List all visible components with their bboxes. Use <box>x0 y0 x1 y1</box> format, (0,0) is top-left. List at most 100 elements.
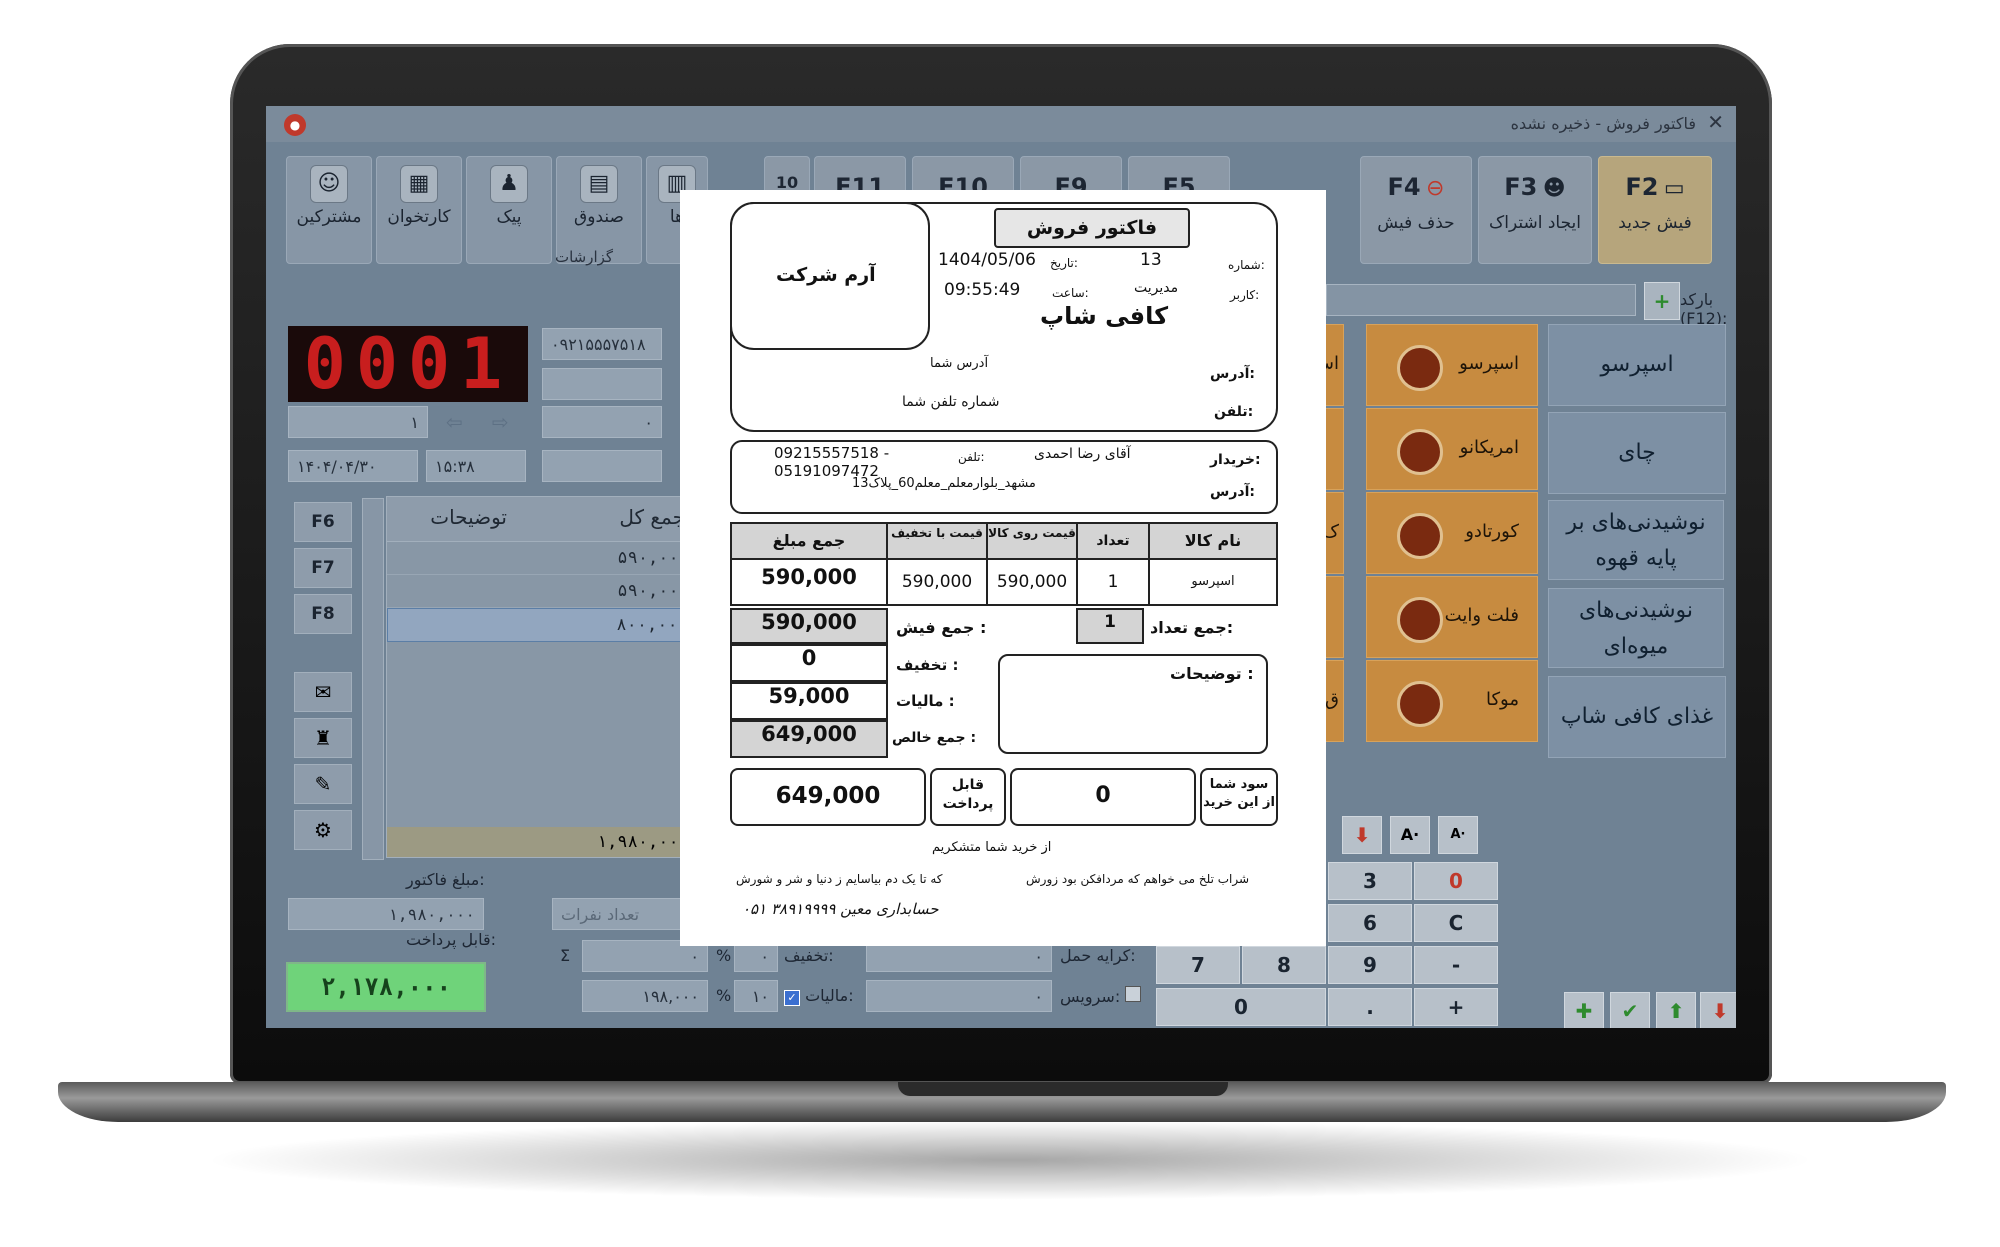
keypad-clear[interactable]: C <box>1414 904 1498 942</box>
customer-phone-select[interactable]: ۰۹۲۱۵۵۵۷۵۱۸ <box>542 328 662 360</box>
add-barcode-button[interactable]: + <box>1644 282 1680 320</box>
move-down-icon[interactable]: ⬇ <box>1700 992 1736 1028</box>
receipt-tax-label: مالیات : <box>896 692 955 710</box>
close-icon[interactable]: ✕ <box>1707 110 1724 134</box>
laptop-shadow <box>200 1120 1820 1200</box>
next-arrow-icon[interactable]: ⇨ <box>492 410 509 434</box>
profit-value: 0 <box>1010 768 1196 826</box>
zero-field[interactable]: ۰ <box>542 406 662 438</box>
f8-key[interactable]: F8 <box>294 594 352 634</box>
new-receipt-icon: ▭ <box>1663 176 1685 201</box>
receipt-footer-line: حسابداری معین ۳۸۹۱۹۹۹۹ ۰۵۱ <box>742 900 939 918</box>
product-name: ق <box>1325 689 1339 710</box>
category-tea[interactable]: چای <box>1548 412 1726 494</box>
new-receipt-button[interactable]: F2 ▭ فیش جدید <box>1598 156 1712 264</box>
f6-delete-key[interactable]: F6 <box>294 502 352 542</box>
receipt-payable: 649,000 <box>730 768 926 826</box>
keypad-8[interactable]: 8 <box>1242 946 1326 984</box>
category-food[interactable]: غذای کافی شاپ <box>1548 676 1726 758</box>
tax-pct-field[interactable]: ۱۰ <box>734 980 778 1012</box>
settings-icon[interactable]: ⚙ <box>294 810 352 850</box>
move-down-icon[interactable]: ⬇ <box>1342 816 1382 854</box>
barcode-input[interactable] <box>1326 284 1636 316</box>
laptop-notch <box>898 1082 1228 1096</box>
buyer-address: مشهد_بلوارمعلم_معلم60_پلاک13 <box>852 476 1036 491</box>
quantity-field[interactable]: ۱ <box>288 406 428 438</box>
col-item-name: نام کالا <box>1148 522 1278 560</box>
col-qty: تعداد <box>1076 522 1150 560</box>
time-field[interactable]: ۱۵:۳۸ <box>426 450 526 482</box>
table-row[interactable]: ۵۹۰,۰۰۰ <box>387 575 697 608</box>
profit-label: سود شما از این خرید <box>1200 768 1278 826</box>
create-subscription-button[interactable]: F3 ☻ ایجاد اشتراک <box>1478 156 1592 264</box>
service-checkbox[interactable] <box>1125 986 1142 1002</box>
card-reader-button[interactable]: ▦ کارتخوان <box>376 156 462 264</box>
f7-info-key[interactable]: F7 <box>294 548 352 588</box>
customers-button[interactable]: ☺ مشترکین <box>286 156 372 264</box>
grid-scrollbar[interactable] <box>362 498 384 860</box>
delete-receipt-label: حذف فیش <box>1377 213 1455 233</box>
category-espresso[interactable]: اسپرسو <box>1548 324 1726 406</box>
add-icon[interactable]: ✚ <box>1564 992 1604 1028</box>
edit-icon[interactable]: ✎ <box>294 764 352 804</box>
tax-checkbox-label[interactable]: ✓ مالیات: <box>784 986 854 1006</box>
invoice-grid: جمع کل توضیحات ۵۹۰,۰۰۰ ۵۹۰,۰۰۰ ۸۰۰,۰۰۰ ۱… <box>386 496 698 858</box>
poem-right: شراب تلخ می خواهم که مردافکن بود زورش <box>1026 872 1250 886</box>
receipt-counter-display: 0001 <box>288 326 528 402</box>
keypad-dot[interactable]: . <box>1328 988 1412 1026</box>
product-espresso[interactable]: اسپرسو <box>1366 324 1538 406</box>
payable-amount-display: ۲,۱۷۸,۰۰۰ <box>286 962 486 1012</box>
tax-checkbox[interactable]: ✓ <box>784 990 800 1006</box>
f2-key-label: F2 <box>1625 173 1659 201</box>
move-up-icon[interactable]: ⬆ <box>1656 992 1696 1028</box>
keypad-3[interactable]: 3 <box>1328 862 1412 900</box>
category-fruit-drinks[interactable]: نوشیدنی‌های میوه‌ای <box>1548 588 1724 668</box>
product-cortado[interactable]: کورتادو <box>1366 492 1538 574</box>
keypad-0-red[interactable]: 0 <box>1414 862 1498 900</box>
item-name: اسپرسو <box>1148 558 1278 606</box>
item-total: 590,000 <box>730 558 888 606</box>
f4-key-label: F4 <box>1387 173 1421 201</box>
americano-cup-icon <box>1397 429 1443 475</box>
service-checkbox-label[interactable]: سرویس: <box>1060 986 1142 1006</box>
receipt-discount-label: تخفیف : <box>896 656 959 674</box>
tax-label: مالیات: <box>805 986 854 1005</box>
cortado-cup-icon <box>1397 513 1443 559</box>
font-decrease-button[interactable]: A· <box>1438 816 1478 854</box>
people-count-input[interactable]: تعداد نفرات <box>552 898 692 930</box>
create-subscription-label: ایجاد اشتراک <box>1489 213 1581 233</box>
receipt-discount: 0 <box>730 644 888 682</box>
table-row[interactable]: ۵۹۰,۰۰۰ <box>387 542 697 575</box>
app-logo-icon: ● <box>284 114 306 136</box>
keypad-plus[interactable]: + <box>1414 988 1498 1026</box>
product-flat-white[interactable]: فلت وایت <box>1366 576 1538 658</box>
prev-arrow-icon[interactable]: ⇦ <box>446 410 463 434</box>
message-icon[interactable]: ✉ <box>294 672 352 712</box>
font-increase-button[interactable]: A· <box>1390 816 1430 854</box>
date-field[interactable]: ۱۴۰۴/۰۴/۳۰ <box>288 450 418 482</box>
discount-label: تخفیف: <box>784 946 834 965</box>
keypad-7[interactable]: 7 <box>1156 946 1240 984</box>
product-americano[interactable]: امریکانو <box>1366 408 1538 490</box>
keypad-minus[interactable]: - <box>1414 946 1498 984</box>
delete-receipt-button[interactable]: F4 ⊖ حذف فیش <box>1360 156 1472 264</box>
keypad-6[interactable]: 6 <box>1328 904 1412 942</box>
window-title: فاکتور فروش - ذخیره نشده <box>1510 114 1696 133</box>
table-row-selected[interactable]: ۸۰۰,۰۰۰ <box>387 608 697 642</box>
customer-select[interactable] <box>542 368 662 400</box>
courier-icon: ♟ <box>490 165 528 203</box>
user-lock-icon[interactable]: ♜ <box>294 718 352 758</box>
extra-field[interactable] <box>542 450 662 482</box>
category-coffee-drinks[interactable]: نوشیدنی‌های بر پایه قهوه <box>1548 500 1724 580</box>
customers-label: مشترکین <box>296 207 362 227</box>
item-qty: 1 <box>1076 558 1150 606</box>
keypad-0[interactable]: 0 <box>1156 988 1326 1026</box>
keypad-9[interactable]: 9 <box>1328 946 1412 984</box>
grid-header: جمع کل توضیحات <box>387 497 697 542</box>
product-name: کورتادو <box>1465 521 1519 542</box>
confirm-icon[interactable]: ✔ <box>1610 992 1650 1028</box>
tax-value-field[interactable]: ۱۹۸,۰۰۰ <box>582 980 708 1012</box>
service-field[interactable]: ۰ <box>866 980 1052 1012</box>
product-mocha[interactable]: موکا <box>1366 660 1538 742</box>
col-discounted: قیمت با تخفیف <box>886 522 988 560</box>
